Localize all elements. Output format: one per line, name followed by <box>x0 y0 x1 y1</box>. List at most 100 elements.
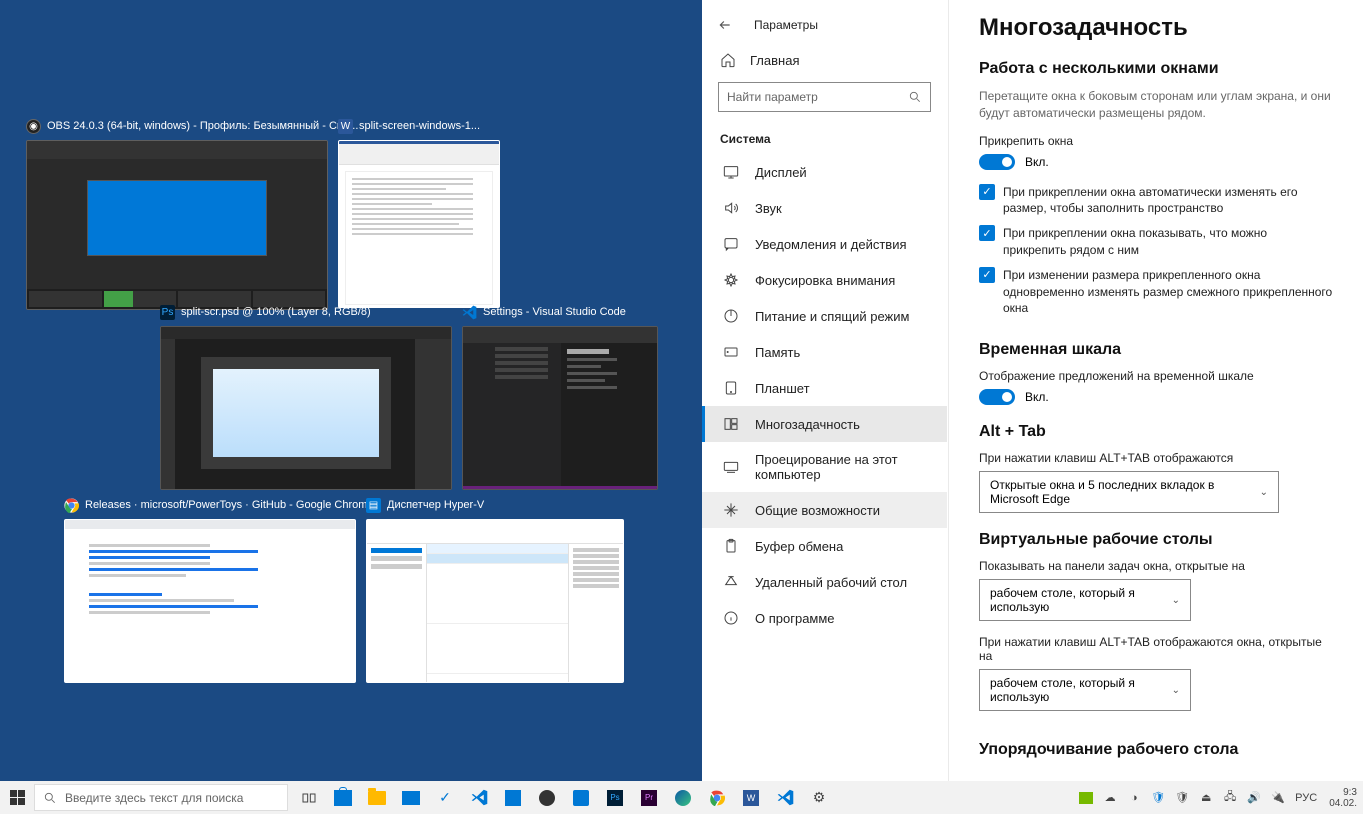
taskview-thumb-hyperv[interactable]: ▤ Диспетчер Hyper-V <box>366 497 624 683</box>
nav-remote[interactable]: Удаленный рабочий стол <box>702 564 947 600</box>
alttab-dropdown[interactable]: Открытые окна и 5 последних вкладок в Mi… <box>979 471 1279 513</box>
tray-lang[interactable]: РУС <box>1293 792 1319 804</box>
tb-chrome[interactable] <box>700 781 734 814</box>
nav-multitasking[interactable]: Многозадачность <box>702 406 947 442</box>
display-icon <box>723 164 739 180</box>
thumb-title: Диспетчер Hyper-V <box>387 499 484 511</box>
word-icon: W <box>338 119 353 134</box>
tray-clock[interactable]: 9:3 04.02. <box>1325 787 1361 809</box>
nav-sound[interactable]: Звук <box>702 190 947 226</box>
timeline-label: Отображение предложений на временной шка… <box>979 369 1333 383</box>
tray-app[interactable]: ◑ <box>1125 792 1143 804</box>
tablet-icon <box>723 380 739 396</box>
vd-dropdown1[interactable]: рабочем столе, который я использую ⌄ <box>979 579 1191 621</box>
tb-word[interactable]: W <box>734 781 768 814</box>
tray-usb[interactable]: ⏏ <box>1197 791 1215 804</box>
nav-notifications[interactable]: Уведомления и действия <box>702 226 947 262</box>
tidy-heading: Упорядочивание рабочего стола <box>979 741 1333 759</box>
clipboard-icon <box>723 538 739 554</box>
taskview-button[interactable] <box>292 781 326 814</box>
tb-obs[interactable] <box>530 781 564 814</box>
tb-premiere[interactable]: Pr <box>632 781 666 814</box>
notifications-icon <box>723 236 739 252</box>
tb-vscode[interactable] <box>462 781 496 814</box>
taskview-thumb-vscode[interactable]: Settings - Visual Studio Code <box>462 304 658 490</box>
thumb-title: Settings - Visual Studio Code <box>483 306 626 318</box>
vd-dropdown2[interactable]: рабочем столе, который я использую ⌄ <box>979 669 1191 711</box>
nav-display[interactable]: Дисплей <box>702 154 947 190</box>
sound-icon <box>723 200 739 216</box>
thumb-title: split-scr.psd @ 100% (Layer 8, RGB/8) <box>181 306 371 318</box>
taskbar-search[interactable]: Введите здесь текст для поиска <box>34 784 288 811</box>
nav-clipboard[interactable]: Буфер обмена <box>702 528 947 564</box>
search-placeholder: Найти параметр <box>727 90 818 104</box>
tray-nvidia[interactable] <box>1077 792 1095 804</box>
start-button[interactable] <box>0 781 34 814</box>
tray-onedrive[interactable]: ☁ <box>1101 791 1119 804</box>
hyperv-icon: ▤ <box>366 498 381 513</box>
remote-icon <box>723 574 739 590</box>
snap-toggle[interactable] <box>979 154 1015 170</box>
vd-heading: Виртуальные рабочие столы <box>979 531 1333 549</box>
vd-label2: При нажатии клавиш ALT+TAB отображаются … <box>979 635 1333 663</box>
snap-chk1[interactable]: ✓ <box>979 184 995 200</box>
thumb-title: Releases · microsoft/PowerToys · GitHub … <box>85 499 374 511</box>
taskview-thumb-word[interactable]: W split-screen-windows-1... <box>338 118 500 308</box>
search-icon <box>908 90 922 104</box>
thumb-title: OBS 24.0.3 (64-bit, windows) - Профиль: … <box>47 120 358 132</box>
settings-nav-pane: Параметры Главная Найти параметр Система… <box>702 0 948 781</box>
settings-search-input[interactable]: Найти параметр <box>718 82 931 112</box>
obs-icon: ◉ <box>26 119 41 134</box>
back-button[interactable] <box>716 16 734 34</box>
tray-power[interactable]: 🔌 <box>1269 791 1287 804</box>
nav-focus[interactable]: Фокусировка внимания <box>702 262 947 298</box>
tb-settings[interactable]: ⚙ <box>802 781 836 814</box>
taskview-thumb-obs[interactable]: ◉ OBS 24.0.3 (64-bit, windows) - Профиль… <box>26 118 358 310</box>
nav-about[interactable]: О программе <box>702 600 947 636</box>
vscode-heading <box>567 349 609 354</box>
snap-chk2[interactable]: ✓ <box>979 225 995 241</box>
chevron-down-icon: ⌄ <box>1172 595 1180 606</box>
timeline-toggle[interactable] <box>979 389 1015 405</box>
tb-app1[interactable] <box>496 781 530 814</box>
chevron-down-icon: ⌄ <box>1172 685 1180 696</box>
tb-explorer[interactable] <box>360 781 394 814</box>
home-icon <box>720 52 736 68</box>
taskview-thumb-photoshop[interactable]: Ps split-scr.psd @ 100% (Layer 8, RGB/8) <box>160 304 452 490</box>
tb-vscode2[interactable] <box>768 781 802 814</box>
snap-chk3[interactable]: ✓ <box>979 267 995 283</box>
taskview-thumb-chrome[interactable]: Releases · microsoft/PowerToys · GitHub … <box>64 497 374 683</box>
timeline-heading: Временная шкала <box>979 341 1333 359</box>
tb-store[interactable] <box>326 781 360 814</box>
chrome-icon <box>64 498 79 513</box>
nav-power[interactable]: Питание и спящий режим <box>702 298 947 334</box>
thumb-title: split-screen-windows-1... <box>359 120 480 132</box>
tb-photoshop[interactable]: Ps <box>598 781 632 814</box>
chevron-down-icon: ⌄ <box>1260 487 1268 498</box>
nav-storage[interactable]: Память <box>702 334 947 370</box>
nav-home[interactable]: Главная <box>702 42 947 78</box>
tray-bluetooth[interactable]: 🛡 <box>1149 791 1167 804</box>
tb-mail[interactable] <box>394 781 428 814</box>
page-title: Многозадачность <box>979 14 1333 42</box>
system-tray: ☁ ◑ 🛡 🛡 ⏏ 🖧 🔊 🔌 РУС 9:3 04.02. <box>1077 787 1363 809</box>
tray-network[interactable]: 🖧 <box>1221 788 1239 807</box>
toggle-state: Вкл. <box>1025 155 1049 169</box>
vd-label1: Показывать на панели задач окна, открыты… <box>979 559 1333 573</box>
tb-todo[interactable]: ✓ <box>428 781 462 814</box>
photoshop-icon: Ps <box>160 305 175 320</box>
about-icon <box>723 610 739 626</box>
nav-label: Главная <box>750 53 799 68</box>
snap-toggle-label: Прикрепить окна <box>979 134 1333 148</box>
task-view-surface: ◉ OBS 24.0.3 (64-bit, windows) - Профиль… <box>0 0 702 781</box>
snap-heading: Работа с несколькими окнами <box>979 60 1333 78</box>
nav-tablet[interactable]: Планшет <box>702 370 947 406</box>
tb-app2[interactable] <box>564 781 598 814</box>
power-icon <box>723 308 739 324</box>
tray-volume[interactable]: 🔊 <box>1245 791 1263 804</box>
alttab-heading: Alt + Tab <box>979 423 1333 441</box>
nav-shared[interactable]: Общие возможности <box>702 492 947 528</box>
nav-projecting[interactable]: Проецирование на этот компьютер <box>702 442 947 492</box>
tb-edge[interactable] <box>666 781 700 814</box>
tray-security[interactable]: 🛡 <box>1173 791 1191 804</box>
